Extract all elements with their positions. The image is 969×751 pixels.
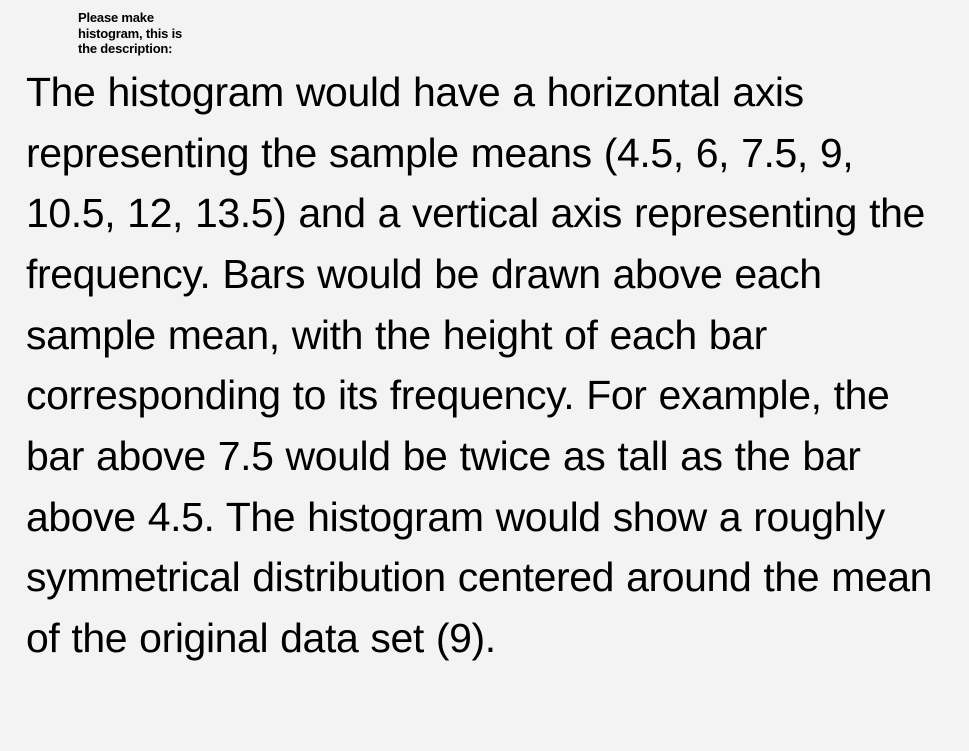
document-page: Please make histogram, this is the descr… — [0, 0, 969, 751]
prompt-text: Please make histogram, this is the descr… — [78, 10, 198, 57]
description-text: The histogram would have a horizontal ax… — [26, 62, 947, 669]
